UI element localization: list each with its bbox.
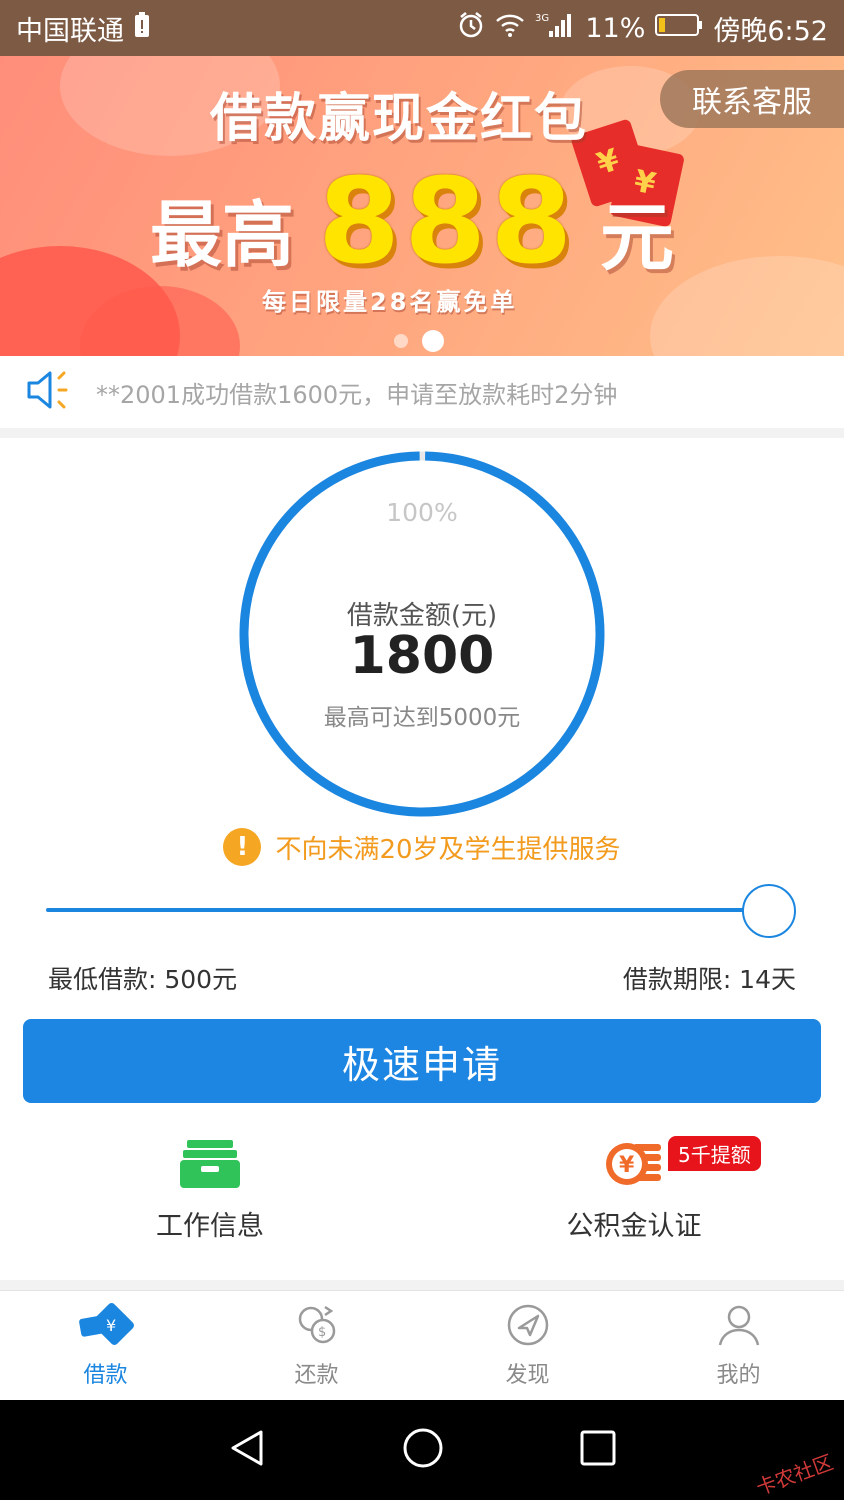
battery-alert-icon	[134, 11, 150, 45]
tab-mine-label: 我的	[716, 1362, 761, 1388]
notice-text: **2001成功借款1600元，申请至放款耗时2分钟	[96, 380, 618, 409]
banner-amount: 888	[318, 152, 577, 290]
loan-card-icon: ¥	[76, 1302, 136, 1351]
warning-text: 不向未满20岁及学生提供服务	[275, 834, 621, 865]
notice-bar: **2001成功借款1600元，申请至放款耗时2分钟	[0, 356, 844, 428]
carousel-dot[interactable]	[394, 334, 408, 348]
slider-handle[interactable]	[742, 884, 796, 938]
svg-text:¥: ¥	[619, 1153, 635, 1178]
coin-stack-icon: ¥	[603, 1138, 665, 1194]
age-warning: ! 不向未满20岁及学生提供服务	[0, 828, 844, 866]
banner-max-prefix: 最高	[150, 193, 295, 277]
work-info-label: 工作信息	[156, 1211, 264, 1242]
tab-discover[interactable]: 发现	[422, 1291, 633, 1400]
briefcase-icon	[179, 1138, 241, 1194]
status-bar: 中国联通 3G 11% 傍晚6:52	[0, 0, 844, 56]
banner-currency-suffix: 元	[600, 195, 674, 281]
carousel-indicator	[394, 330, 444, 352]
housing-fund-label: 公积金认证	[566, 1211, 702, 1242]
repay-icon: $	[295, 1303, 339, 1351]
tab-repay[interactable]: $ 还款	[211, 1291, 422, 1400]
carousel-dot-active[interactable]	[422, 330, 444, 352]
tab-loan[interactable]: ¥ 借款	[0, 1291, 211, 1400]
contact-service-button[interactable]: 联系客服	[660, 70, 844, 128]
battery-percent: 11%	[585, 12, 646, 44]
loan-amount-slider[interactable]	[46, 884, 798, 938]
quick-apply-button[interactable]: 极速申请	[23, 1019, 821, 1103]
svg-text:$: $	[318, 1325, 326, 1340]
loan-card: 100% 借款金额(元) 1800 最高可达到5000元 ! 不向未满20岁及学…	[0, 438, 844, 1280]
home-icon[interactable]	[402, 1427, 444, 1473]
tab-loan-label: 借款	[83, 1362, 128, 1388]
loan-term-label: 借款期限: 14天	[622, 965, 796, 994]
loan-amount-value: 1800	[349, 626, 495, 686]
user-icon	[717, 1303, 761, 1351]
gauge-percent: 100%	[386, 498, 458, 527]
speaker-icon	[26, 368, 78, 416]
promo-banner[interactable]: 借款赢现金红包 最高 888 元 每日限量28名赢免单 联系客服	[0, 56, 844, 356]
banner-title: 借款赢现金红包	[210, 89, 589, 149]
wifi-icon	[495, 12, 525, 45]
signal-3g-label: 3G	[535, 13, 549, 24]
system-nav-bar: 卡农社区	[0, 1400, 844, 1500]
watermark-text: 卡农社区	[752, 1449, 837, 1500]
tab-repay-label: 还款	[294, 1362, 339, 1388]
recent-apps-icon[interactable]	[579, 1429, 617, 1471]
credit-boost-badge: 5千提额	[668, 1136, 761, 1171]
carrier-name: 中国联通	[16, 15, 124, 47]
signal-icon: 3G	[535, 11, 575, 46]
svg-text:¥: ¥	[106, 1316, 116, 1335]
compass-icon	[506, 1303, 550, 1351]
back-icon[interactable]	[227, 1428, 267, 1472]
loan-max-text: 最高可达到5000元	[323, 705, 521, 731]
slider-track[interactable]	[46, 908, 758, 912]
min-loan-label: 最低借款: 500元	[48, 965, 238, 994]
clock-time: 傍晚6:52	[713, 15, 828, 47]
banner-subtitle: 每日限量28名赢免单	[262, 288, 518, 316]
alarm-icon	[457, 11, 485, 46]
warning-icon: !	[223, 828, 262, 866]
work-info-entry[interactable]: 工作信息	[60, 1138, 360, 1243]
loan-limits-row: 最低借款: 500元 借款期限: 14天	[48, 960, 796, 996]
tab-discover-label: 发现	[505, 1362, 550, 1388]
battery-icon	[655, 12, 703, 45]
bottom-tab-bar: ¥ 借款 $ 还款 发现 我的	[0, 1290, 844, 1400]
tab-mine[interactable]: 我的	[633, 1291, 844, 1400]
